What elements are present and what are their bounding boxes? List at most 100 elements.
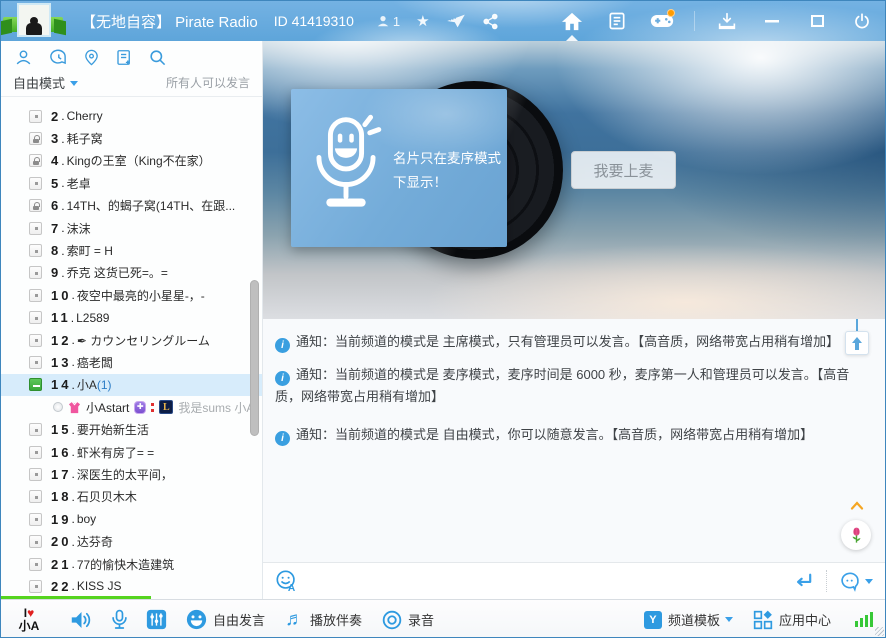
mic-status-icon [53,402,63,413]
location-icon[interactable] [83,48,100,67]
channel-row[interactable]: 14. 小A (1) [1,373,262,397]
list-scrollbar[interactable] [250,280,259,436]
channel-row[interactable]: 17. 深医生的太平间， [1,463,262,485]
channel-name: 达芬奇 [76,535,113,550]
app-center-button[interactable]: 应用中心 [753,610,831,630]
note-collect-icon[interactable] [115,48,133,67]
channel-row[interactable]: 6. 14TH、的蝎子窝(14TH、在跟... [1,195,262,217]
favorite-star-icon[interactable]: ★ [416,14,429,29]
album-art [17,3,51,37]
lol-game-badge-icon: L [159,400,174,415]
channel-title: 【无地自容】 Pirate Radio [81,13,258,31]
channel-number: 9 [51,265,62,281]
channel-member-count: (1) [96,377,112,392]
channel-row[interactable]: 9. 乔克 这货已死=。= [1,262,262,284]
minimize-button[interactable] [759,8,785,34]
scroll-to-top-button[interactable] [845,331,869,355]
mic-card-text: 名片只在麦序模式 下显示！ [393,151,501,190]
chat-mode-bubble-icon[interactable] [839,571,873,592]
channel-name: 乔克 这货已死=。= [66,266,168,281]
collapse-minus-icon[interactable] [29,378,42,392]
channel-node-icon [29,512,42,526]
channel-row[interactable]: 8. 索町 = H [1,239,262,261]
channel-number: 18 [51,489,72,505]
channel-row[interactable]: 7. 沫沫 [1,217,262,239]
channel-row[interactable]: 2. Cherry [1,105,262,127]
power-close-button[interactable] [849,8,875,34]
chat-history-icon[interactable] [48,48,68,67]
chevron-up-icon[interactable] [850,497,864,515]
level-dots-icon [151,402,155,406]
share-icon[interactable] [482,13,499,30]
input-bar-separator [826,570,827,592]
channel-node-icon [29,423,42,437]
maximize-button[interactable] [804,8,830,34]
chevron-down-icon[interactable] [70,80,79,90]
channel-name: 沫沫 [66,221,91,236]
sidebar: 自由模式 所有人可以发言 2. Cherry 3. 耗子窝 4. Kingの王室（King… [1,41,263,599]
minimize-to-tray-button[interactable] [714,8,740,34]
channel-row[interactable]: 5. 老卓 [1,172,262,194]
emoticon-picker-icon[interactable]: A [275,569,299,593]
take-mic-button[interactable]: 我要上麦 [571,151,676,189]
send-enter-icon[interactable] [792,572,814,590]
mic-notice-card: 名片只在麦序模式 下显示！ [291,89,507,247]
channel-template-button[interactable]: Y 频道模板 [643,610,733,629]
mixer-icon[interactable] [146,609,167,630]
channel-number: 5 [51,175,62,191]
channel-node-icon [29,176,42,190]
channel-node-icon [29,311,42,325]
channel-number: 7 [51,220,62,236]
channel-number: 14 [51,377,72,393]
guild-logo[interactable]: I♥ 小A [11,607,47,632]
channel-name: Cherry [66,109,103,124]
channel-logo[interactable] [1,1,67,41]
speaker-icon[interactable] [70,610,93,630]
channel-info-button[interactable] [604,8,630,34]
games-button[interactable] [649,8,675,34]
channel-node-icon [29,266,42,280]
channel-name: 癌老闆 [76,355,113,370]
channel-row[interactable]: 21. 77的愉快木造建筑 [1,553,262,575]
app-grid-icon [753,610,773,629]
channel-row[interactable]: 15. 要开始新生活 [1,418,262,440]
microphone-icon[interactable] [111,609,128,630]
content-area: 自由模式 所有人可以发言 2. Cherry 3. 耗子窝 4. Kingの王室（King… [1,41,885,599]
home-tab-button[interactable] [559,8,585,41]
send-plane-icon[interactable] [446,13,466,29]
channel-row[interactable]: 22. KISS JS [1,575,262,597]
resize-grip[interactable] [875,627,884,636]
member-icon[interactable] [14,48,33,67]
free-speech-button[interactable]: 自由发言 [186,609,265,630]
member-row[interactable]: 小Astart L 我是sums 小A [1,396,262,418]
channel-row[interactable]: 13. 癌老闆 [1,351,262,373]
music-note-icon: ♬ [285,609,305,630]
chevron-down-icon[interactable] [865,579,873,588]
search-icon[interactable] [148,48,167,67]
online-count-value: 1 [392,13,401,29]
record-button[interactable]: 录音 [382,610,434,630]
smiling-mic-icon [316,114,382,207]
channel-row[interactable]: 19. boy [1,508,262,530]
channel-row[interactable]: 11. L2589 [1,307,262,329]
channel-row[interactable]: 10. 夜空中最亮的小星星-，- [1,284,262,306]
chat-input[interactable] [299,563,792,599]
play-accompaniment-button[interactable]: ♬ 播放伴奏 [285,610,362,629]
channel-row[interactable]: 3. 耗子窝 [1,127,262,149]
channel-row[interactable]: 20. 达芬奇 [1,530,262,552]
speak-permission-hint: 所有人可以发言 [165,76,250,90]
channel-number: 8 [51,243,62,259]
channel-row[interactable]: 18. 石贝贝木木 [1,486,262,508]
channel-number: 12 [51,332,72,348]
channel-node-icon [29,221,42,235]
mode-dropdown[interactable]: 自由模式 [13,73,65,92]
channel-row[interactable]: 12. ✒ カウンセリングルーム [1,329,262,351]
send-flower-button[interactable] [841,520,871,550]
channel-node-icon [29,490,42,504]
channel-name: 14TH、的蝎子窝(14TH、在跟... [66,199,236,214]
svg-text:A: A [288,583,296,593]
notice-message: i 通知：当前频道的模式是 主席模式，只有管理员可以发言。【高音质，网络带宽占用稍… [275,331,855,353]
channel-number: 10 [51,287,72,303]
channel-row[interactable]: 16. 虾米有房了= = [1,441,262,463]
channel-row[interactable]: 4. Kingの王室（King不在家） [1,150,262,172]
